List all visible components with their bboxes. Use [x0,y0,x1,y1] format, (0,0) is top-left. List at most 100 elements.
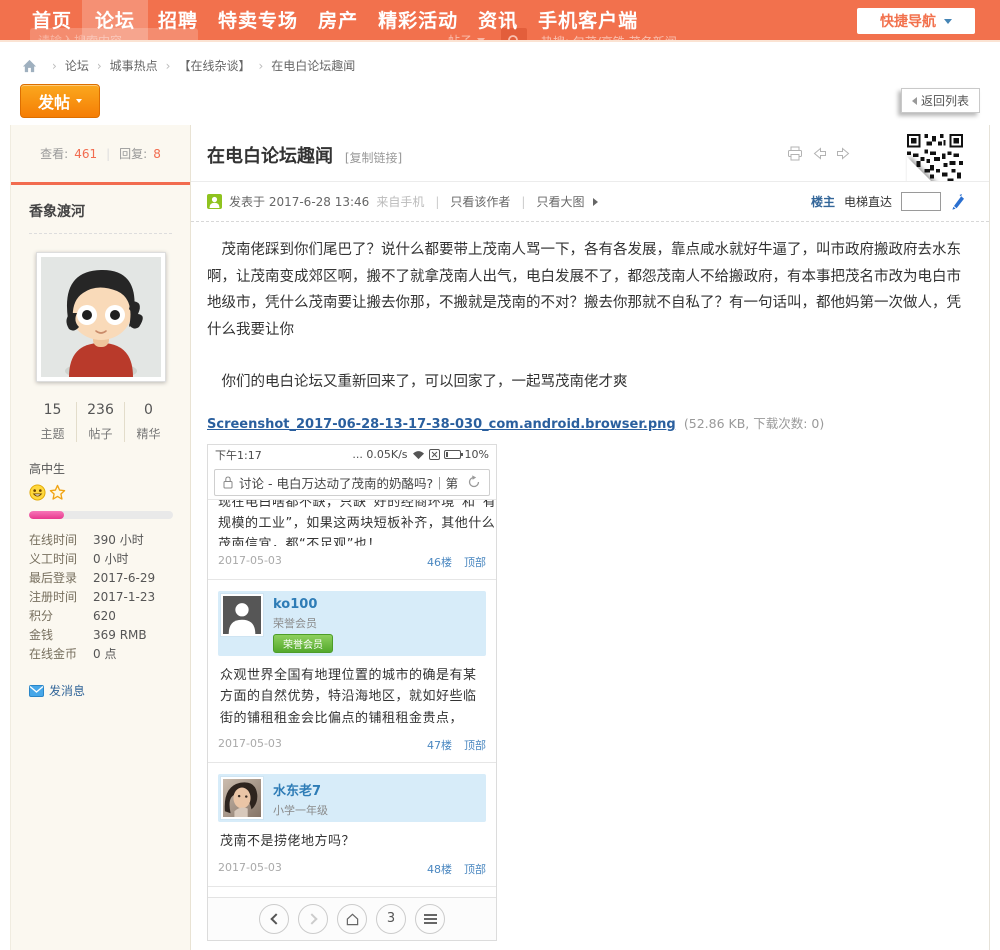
divider: | [106,147,110,161]
post-paragraph-1: 茂南佬踩到你们尾巴了？说什么都要带上茂南人骂一下，各有各发展，靠点咸水就好牛逼了… [207,237,971,343]
refresh-icon [467,475,481,489]
thread-counters: 查看:461 | 回复:8 [11,125,190,185]
top-navbar: 请输入搜索内容 帖子 热搜: 包茂/高铁 茂名新闻 首页 论坛 招聘 特卖专场 … [0,0,1000,42]
floor-number-link: 48楼 [427,861,452,877]
post-meta-row: 发表于 2017-6-28 13:46 来自手机 | 只看该作者 | 只看大图 … [191,182,989,222]
phone-clipped-text: 现在电白啥都不缺，只缺“好的经商环境”和“有 规模的工业”，如果这两块短板补齐，… [208,500,496,546]
phone-post-date: 2017-05-03 [218,861,282,877]
copy-link[interactable]: [复制链接] [345,151,402,165]
author-icon [207,194,222,209]
elevator-floor-input[interactable] [901,192,941,211]
to-top-link: 顶部 [464,737,486,753]
post-title: 在电白论坛趣闻 [207,146,333,167]
stat-threads-value[interactable]: 15 [29,402,76,418]
breadcrumb-separator [97,59,102,73]
arrow-right-icon [593,198,598,206]
qr-code[interactable] [905,134,963,181]
phone-user-rank: 小学一年级 [273,802,328,818]
qr-fold-corner [907,157,937,181]
views-count: 461 [74,147,97,161]
nav-item-deals[interactable]: 特卖专场 [208,0,308,42]
experience-progress-fill [29,511,64,519]
nav-item-activities[interactable]: 精彩活动 [368,0,468,42]
send-message-link[interactable]: 发消息 [29,682,172,699]
envelope-icon [29,685,44,697]
floor-op-link[interactable]: 楼主 [811,193,835,210]
nav-item-news[interactable]: 资讯 [468,0,528,42]
post-paragraph-2: 你们的电白论坛又重新回来了，可以回家了，一起骂茂南佬才爽 [207,369,971,396]
floor-number-link: 47楼 [427,737,452,753]
back-to-list-button[interactable]: 返回列表 [901,88,980,113]
author-username[interactable]: 香象渡河 [29,201,172,234]
honor-member-badge: 荣誉会员 [273,634,333,653]
post-title-row: 在电白论坛趣闻 [复制链接] [191,125,989,182]
phone-floor-row: 2017-05-03 46楼顶部 [208,546,496,579]
lock-icon [223,476,233,489]
stat-digest-value[interactable]: 0 [125,402,172,418]
send-message-label: 发消息 [49,682,85,699]
author-sidebar: 查看:461 | 回复:8 香象渡河 [10,125,191,950]
phone-status-bar: 下午1:17 ... 0.05K/s 10% [208,445,496,465]
stat-posts-value[interactable]: 236 [77,402,124,418]
attachment-link-1[interactable]: Screenshot_2017-06-28-13-17-38-030_com.a… [207,417,676,432]
detail-value: 0 小时 [93,552,128,566]
jump-pen-icon[interactable] [950,194,965,210]
only-author-link[interactable]: 只看该作者 [450,193,510,210]
detail-label: 义工时间 [29,550,93,569]
nav-item-realestate[interactable]: 房产 [308,0,368,42]
detail-label: 金钱 [29,626,93,645]
nav-item-mobile-app[interactable]: 手机客户端 [528,0,648,42]
smiley-icon [29,484,46,501]
home-icon[interactable] [22,59,37,73]
phone-text-line: 规模的工业”，如果这两块短板补齐，其他什么 [218,513,486,534]
nav-item-forum[interactable]: 论坛 [82,0,148,42]
user-medals [29,484,172,501]
breadcrumb: 论坛 城事热点 【在线杂谈】 在电白论坛趣闻 [22,57,355,74]
phone-floor-row: 2017-05-03 47楼顶部 [218,729,486,762]
phone-user-rank: 荣誉会员 [273,615,333,631]
phone-floor-row: 2017-05-03 48楼顶部 [218,853,486,886]
detail-value: 620 [93,609,116,623]
author-avatar[interactable] [36,252,166,382]
attachment-image-1[interactable]: 下午1:17 ... 0.05K/s 10% 讨论 - 电白万达动了茂南的奶酪吗… [207,444,497,941]
detail-value: 0 点 [93,647,116,661]
next-thread-icon[interactable] [836,147,851,160]
post-meta-actions: 楼主 电梯直达 [811,192,965,211]
nav-item-home[interactable]: 首页 [22,0,82,42]
breadcrumb-section[interactable]: 城事热点 [110,57,158,74]
experience-progress [29,511,173,519]
phone-avatar-photo [221,777,263,819]
back-arrow-icon [912,97,917,105]
phone-post-text: 茂南不是捞佬地方吗？ [218,822,486,853]
phone-post-date: 2017-05-03 [218,737,282,753]
attachment-line-1: Screenshot_2017-06-28-13-17-38-030_com.a… [207,413,971,432]
phone-page-title: 讨论 - 电白万达动了茂南的奶酪吗?｜第 2 [239,473,461,492]
breadcrumb-forum[interactable]: 论坛 [65,57,89,74]
quick-nav-button[interactable]: 快捷导航 [857,8,975,34]
breadcrumb-subforum[interactable]: 【在线杂谈】 [178,57,250,74]
stat-threads-label: 主题 [29,425,76,442]
detail-value: 369 RMB [93,628,147,642]
stat-digest-label: 精华 [125,425,172,442]
detail-value: 2017-6-29 [93,571,155,585]
floor-number-link: 46楼 [427,554,452,570]
thread-container: 查看:461 | 回复:8 香象渡河 [10,125,990,950]
only-images-link[interactable]: 只看大图 [536,193,584,210]
detail-label: 积分 [29,607,93,626]
attachment-info-1: (52.86 KB, 下载次数: 0) [684,416,824,431]
user-details: 在线时间390 小时 义工时间0 小时 最后登录2017-6-29 注册时间20… [29,531,172,664]
phone-net-speed: ... 0.05K/s [352,448,407,461]
prev-thread-icon[interactable] [812,147,827,160]
new-post-button[interactable]: 发帖 [20,84,100,118]
phone-post-date: 2017-05-03 [218,554,282,570]
browser-forward-icon [298,904,328,934]
phone-avatar-default [221,594,263,636]
nav-item-jobs[interactable]: 招聘 [148,0,208,42]
new-post-label: 发帖 [38,89,70,113]
to-top-link: 顶部 [464,861,486,877]
user-rank: 高中生 [29,460,172,477]
phone-browser-navbar: 3 [208,897,496,940]
battery-icon [444,450,461,459]
post-main: 在电白论坛趣闻 [复制链接] [191,125,989,950]
print-icon[interactable] [787,146,803,161]
